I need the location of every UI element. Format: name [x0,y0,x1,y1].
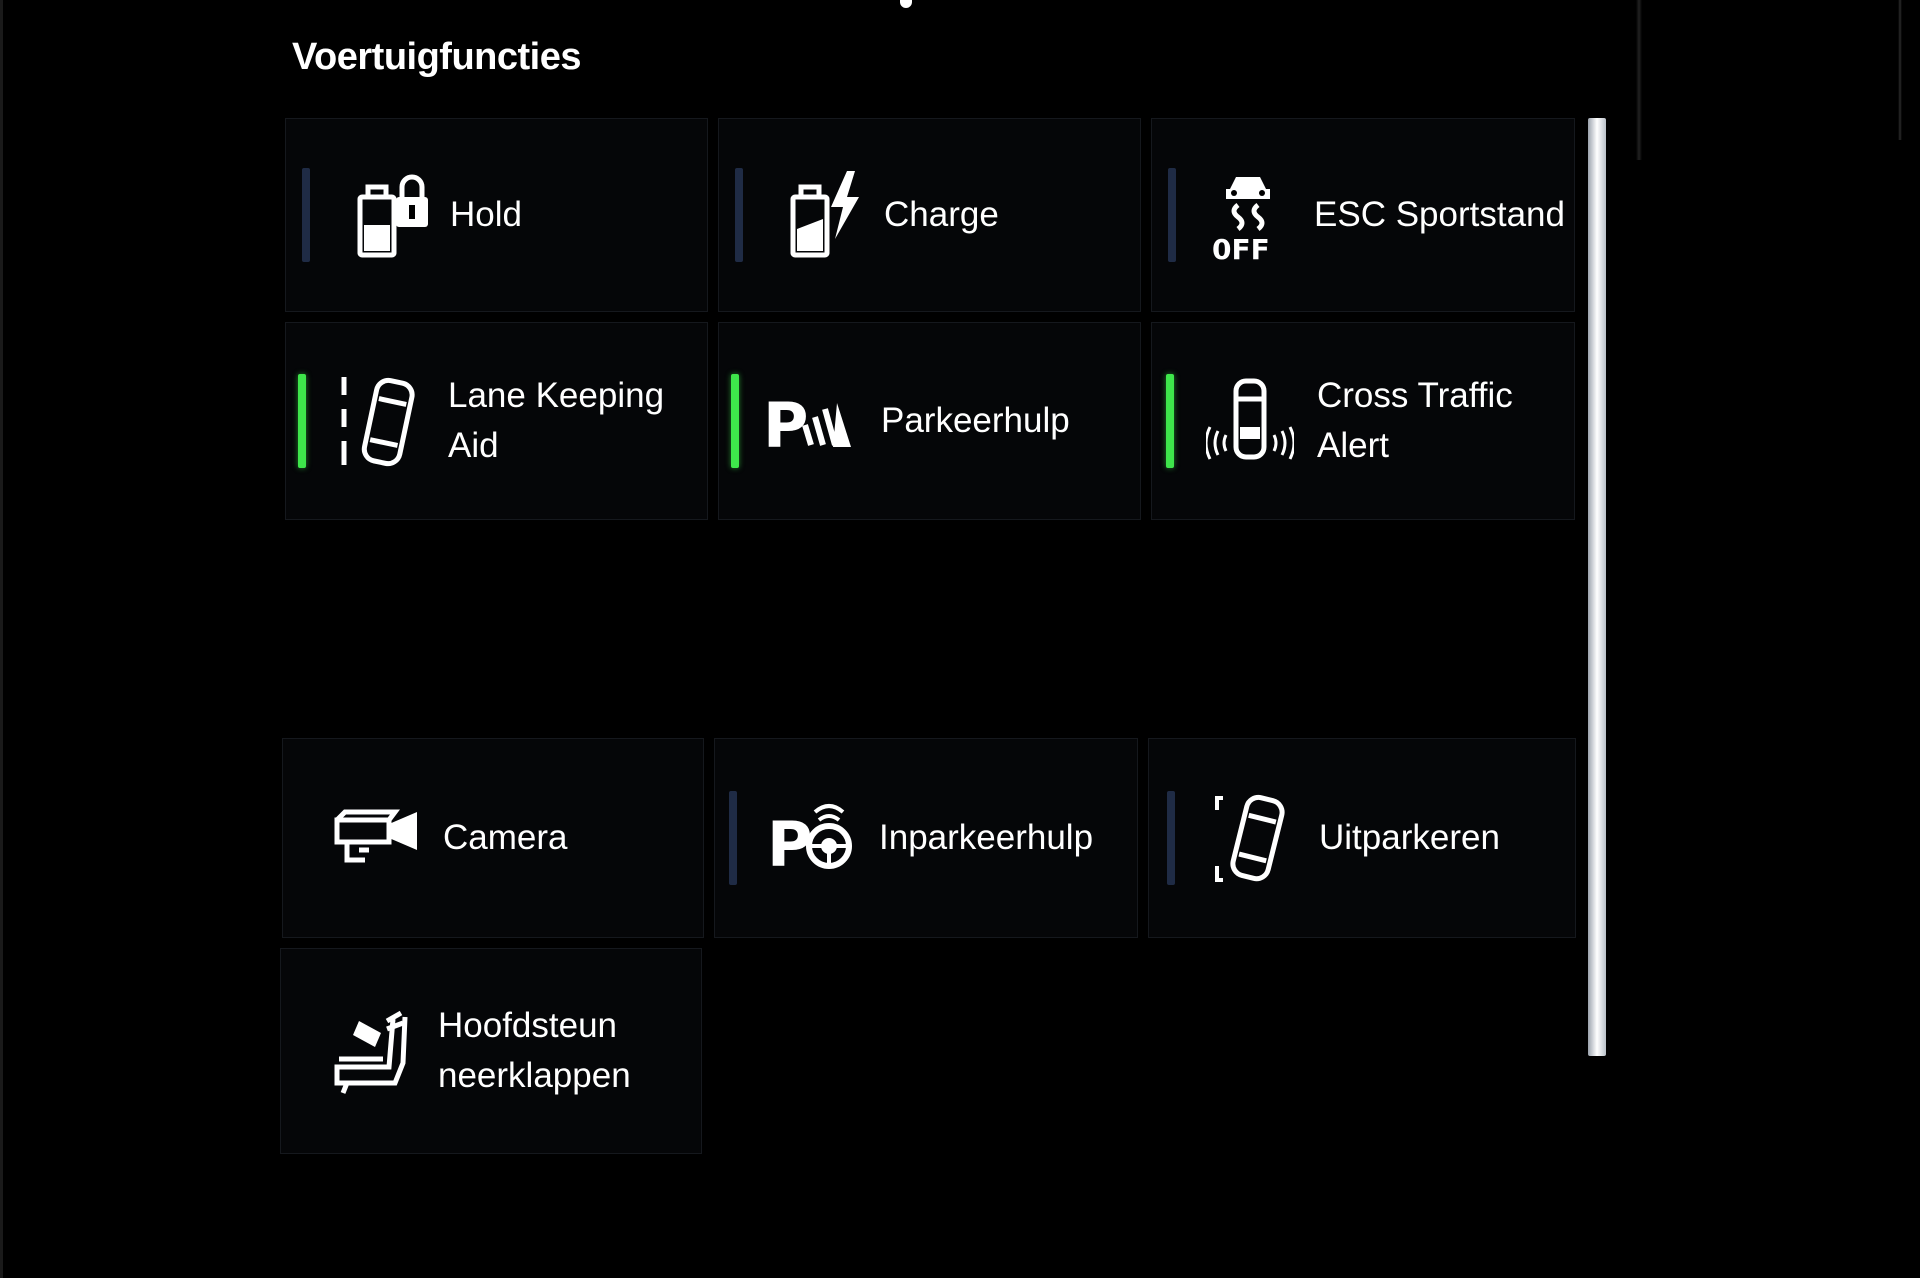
park-assist-icon: P [763,373,851,469]
vehicle-functions-screen: Voertuigfuncties Hold Charge 0FF ESC Spo… [0,0,1920,1278]
park-out-icon [1209,790,1297,886]
tile-cross-traffic-alert[interactable]: Cross Traffic Alert [1151,322,1575,520]
tile-label: ESC Sportstand [1314,195,1565,234]
tile-label: Hold [450,195,522,234]
battery-charge-icon [785,167,873,263]
tile-label: Uitparkeren [1319,818,1500,857]
tile-label: Inparkeerhulp [879,818,1094,857]
tile-parkeerhulp[interactable]: P Parkeerhulp [718,322,1141,520]
tile-label: Cross Traffic Alert [1317,376,1513,465]
esc-off-icon: 0FF [1204,167,1292,263]
tile-hold[interactable]: Hold [285,118,708,312]
tile-label: Parkeerhulp [881,401,1070,440]
tile-inparkeerhulp[interactable]: P Inparkeerhulp [714,738,1138,938]
svg-text:P: P [763,389,808,462]
status-indicator [1168,168,1176,262]
pull-down-handle[interactable] [900,0,912,8]
headrest-icon [329,1003,417,1099]
svg-text:0FF: 0FF [1212,233,1270,263]
status-indicator [735,168,743,262]
tile-camera[interactable]: Camera [282,738,704,938]
tile-uitparkeren[interactable]: Uitparkeren [1148,738,1576,938]
status-indicator [298,374,306,468]
status-indicator [731,374,739,468]
screen-reflection [1636,0,1642,160]
status-indicator [1166,374,1174,468]
tile-label: Lane Keeping Aid [448,376,665,465]
screen-reflection [1898,0,1902,140]
status-indicator [302,168,310,262]
screen-bezel [0,0,3,1278]
tile-label: Camera [443,818,568,857]
camera-icon [331,790,419,886]
page-title: Voertuigfuncties [292,36,582,78]
tile-hoofdsteun-neerklappen[interactable]: Hoofdsteun neerklappen [280,948,702,1154]
scrollbar[interactable] [1588,118,1606,1056]
status-indicator [729,791,737,885]
park-steering-icon: P [767,790,855,886]
lane-keeping-icon [336,373,424,469]
tile-lane-keeping-aid[interactable]: Lane Keeping Aid [285,322,708,520]
tile-esc-sportstand[interactable]: 0FF ESC Sportstand [1151,118,1575,312]
cross-traffic-icon [1206,373,1294,469]
tile-label: Hoofdsteun neerklappen [438,1006,631,1095]
battery-lock-icon [352,167,440,263]
tile-label: Charge [884,195,999,234]
tile-charge[interactable]: Charge [718,118,1141,312]
status-indicator [1167,791,1175,885]
svg-text:P: P [767,808,812,881]
